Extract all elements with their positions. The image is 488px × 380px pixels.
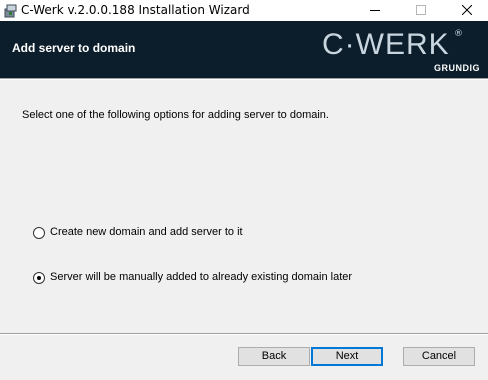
option-label[interactable]: Create new domain and add server to it <box>50 226 243 238</box>
radio-selected-dot <box>37 276 41 280</box>
instruction-text: Select one of the following options for … <box>22 109 329 121</box>
cancel-button[interactable]: Cancel <box>403 347 475 366</box>
back-button[interactable]: Back <box>238 347 310 366</box>
header-banner: Add server to domain C·WERK ® GRUNDIG <box>0 21 488 78</box>
radio-button[interactable] <box>33 227 45 239</box>
installer-window: C-Werk v.2.0.0.188 Installation Wizard A… <box>0 0 488 380</box>
title-bar[interactable]: C-Werk v.2.0.0.188 Installation Wizard <box>0 0 488 21</box>
maximize-button[interactable] <box>398 0 444 21</box>
close-icon <box>462 5 472 15</box>
window-title: C-Werk v.2.0.0.188 Installation Wizard <box>21 3 250 17</box>
option-label[interactable]: Server will be manually added to already… <box>50 271 352 283</box>
header-divider-highlight <box>0 79 488 80</box>
radio-button-selected[interactable] <box>33 272 45 284</box>
logo-subbrand: GRUNDIG <box>434 63 480 73</box>
footer-divider-highlight <box>0 334 488 335</box>
minimize-button[interactable] <box>352 0 398 21</box>
logo-wordmark: C·WERK <box>322 28 450 61</box>
close-button[interactable] <box>444 0 488 21</box>
installer-icon <box>4 3 18 18</box>
cwerk-logo: C·WERK ® GRUNDIG <box>322 28 480 73</box>
page-title: Add server to domain <box>12 41 136 55</box>
maximize-icon <box>416 5 426 15</box>
minimize-icon <box>370 10 380 11</box>
registered-mark: ® <box>454 29 463 39</box>
next-button[interactable]: Next <box>311 347 383 366</box>
